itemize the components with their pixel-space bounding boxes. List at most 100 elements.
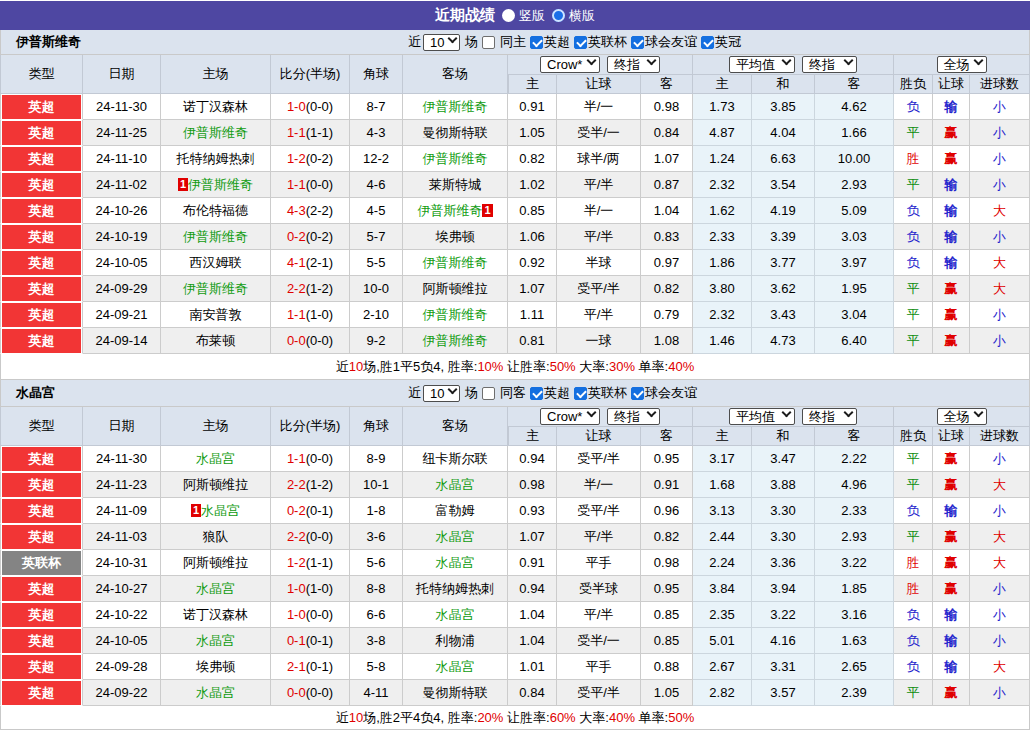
- header-select-0-0[interactable]: Crow*: [540, 56, 600, 73]
- header-select-1-1[interactable]: 终指: [802, 408, 857, 425]
- column-subheader: 胜负: [894, 427, 933, 446]
- avg-home-odds: 1.68: [693, 472, 752, 498]
- league-type-cell: 英超: [0, 472, 83, 498]
- match-date: 24-10-19: [83, 224, 161, 250]
- result-text: 平: [907, 125, 920, 140]
- select-value: 平均值: [736, 56, 775, 74]
- away-team: 曼彻斯特联: [403, 120, 508, 146]
- result-text: 输: [945, 99, 958, 114]
- header-select-2-0[interactable]: 全场: [937, 408, 987, 425]
- fulltime-score: 1-1: [287, 125, 306, 140]
- header-select-2-0[interactable]: 全场: [937, 56, 987, 73]
- results-table: 类型日期主场比分(半场)角球客场Crow*终指平均值终指全场主让球客主和客胜负让…: [0, 407, 1030, 706]
- goals-result-cell: 小: [970, 446, 1030, 472]
- league-type-badge: 英超: [2, 173, 81, 197]
- league-checkbox-2[interactable]: [631, 387, 644, 400]
- match-date: 24-11-25: [83, 120, 161, 146]
- result-text: 输: [945, 203, 958, 218]
- view-radio-option-horizontal[interactable]: 横版: [552, 7, 595, 25]
- red-card-count: 1: [178, 178, 188, 191]
- header-select-1-0[interactable]: 平均值: [729, 408, 795, 425]
- header-select-0-0[interactable]: Crow*: [540, 408, 600, 425]
- summary-value: 40%: [609, 710, 635, 725]
- avg-draw-odds: 3.62: [752, 276, 815, 302]
- avg-away-odds: 2.39: [815, 680, 894, 706]
- corners-cell: 4-6: [350, 172, 403, 198]
- goals-result-cell: 小: [970, 120, 1030, 146]
- avg-away-odds: 3.04: [815, 302, 894, 328]
- handicap-result-cell: 赢: [933, 550, 970, 576]
- home-team: 布莱顿: [161, 328, 271, 354]
- column-subheader: 主: [508, 75, 557, 94]
- home-team-name: 伊普斯维奇: [183, 125, 248, 140]
- corners-cell: 10-1: [350, 472, 403, 498]
- games-label: 场: [465, 384, 478, 402]
- handicap-away-odds: 0.85: [641, 602, 693, 628]
- same-side-checkbox[interactable]: [482, 36, 495, 49]
- match-date: 24-10-31: [83, 550, 161, 576]
- result-text: 负: [907, 503, 920, 518]
- score-cell: 2-2(1-2): [271, 472, 350, 498]
- result-text: 平: [907, 281, 920, 296]
- handicap-away-odds: 0.87: [641, 172, 693, 198]
- match-row: 英超24-11-30诺丁汉森林1-0(0-0)8-7伊普斯维奇0.91半/一0.…: [0, 94, 1030, 120]
- column-subheader: 客: [641, 75, 693, 94]
- result-text: 赢: [945, 477, 958, 492]
- summary-value: 50%: [550, 359, 576, 374]
- halftime-score: (0-0): [306, 451, 333, 466]
- header-select-0-1[interactable]: 终指: [607, 408, 660, 425]
- handicap-line: 受平/半: [557, 498, 641, 524]
- radio-unchecked-icon[interactable]: [502, 9, 515, 22]
- league-checkbox-3[interactable]: [701, 36, 714, 49]
- match-row: 英超24-11-10托特纳姆热刺1-2(0-2)12-2伊普斯维奇0.82球半/…: [0, 146, 1030, 172]
- match-date: 24-09-28: [83, 654, 161, 680]
- summary-label: 单率:: [635, 709, 668, 727]
- fulltime-score: 2-1: [287, 659, 306, 674]
- match-count-select[interactable]: 10: [423, 385, 460, 402]
- result-cell: 负: [894, 654, 933, 680]
- fulltime-score: 4-3: [287, 203, 306, 218]
- match-count-select[interactable]: 10: [423, 34, 460, 51]
- column-header: 客场: [403, 407, 508, 446]
- away-team: 利物浦: [403, 628, 508, 654]
- league-checkbox-1[interactable]: [574, 387, 587, 400]
- away-team: 伊普斯维奇: [403, 94, 508, 120]
- match-row: 英超24-10-05水晶宫0-1(0-1)3-8利物浦1.04受半/一0.855…: [0, 628, 1030, 654]
- result-text: 小: [993, 307, 1006, 322]
- score-cell: 1-1(0-0): [271, 172, 350, 198]
- radio-checked-icon[interactable]: [552, 9, 565, 22]
- league-checkbox-label: 英超: [544, 384, 570, 402]
- score-cell: 1-1(1-1): [271, 120, 350, 146]
- handicap-away-odds: 0.98: [641, 94, 693, 120]
- halftime-score: (0-0): [306, 685, 333, 700]
- avg-home-odds: 2.67: [693, 654, 752, 680]
- handicap-home-odds: 0.94: [508, 576, 557, 602]
- header-select-1-1[interactable]: 终指: [802, 56, 857, 73]
- handicap-result-cell: 输: [933, 224, 970, 250]
- league-checkbox-2[interactable]: [631, 36, 644, 49]
- chevron-down-icon: [973, 407, 983, 417]
- result-text: 赢: [945, 333, 958, 348]
- chevron-down-icon: [647, 55, 657, 65]
- result-text: 输: [945, 255, 958, 270]
- away-team: 伊普斯维奇1: [403, 198, 508, 224]
- corners-cell: 2-10: [350, 302, 403, 328]
- league-checkbox-1[interactable]: [574, 36, 587, 49]
- header-select-0-1[interactable]: 终指: [607, 56, 660, 73]
- same-side-checkbox[interactable]: [482, 387, 495, 400]
- result-text: 平: [907, 477, 920, 492]
- home-team-name: 水晶宫: [196, 451, 235, 466]
- avg-home-odds: 3.13: [693, 498, 752, 524]
- away-team: 阿斯顿维拉: [403, 276, 508, 302]
- away-team-name: 伊普斯维奇: [417, 203, 482, 218]
- view-radio-option-vertical[interactable]: 竖版: [502, 7, 545, 25]
- match-row: 英超24-10-05西汉姆联4-1(2-1)5-5伊普斯维奇0.92半球0.97…: [0, 250, 1030, 276]
- league-checkbox-0[interactable]: [530, 36, 543, 49]
- handicap-away-odds: 0.88: [641, 654, 693, 680]
- column-subheader: 进球数: [970, 75, 1030, 94]
- results-table: 类型日期主场比分(半场)角球客场Crow*终指平均值终指全场主让球客主和客胜负让…: [0, 55, 1030, 354]
- header-select-1-0[interactable]: 平均值: [729, 56, 795, 73]
- handicap-line: 平/半: [557, 602, 641, 628]
- league-checkbox-0[interactable]: [530, 387, 543, 400]
- header-group-selects: 平均值 终指: [693, 56, 893, 73]
